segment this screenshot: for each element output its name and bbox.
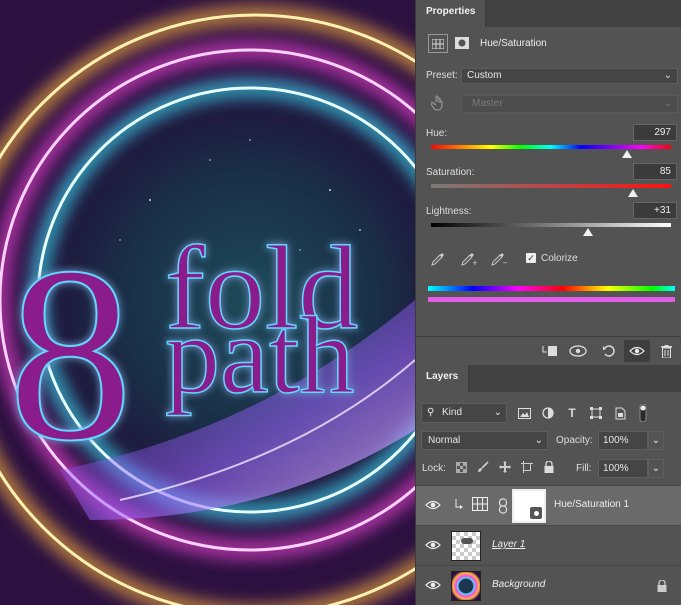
colorize-checkbox[interactable]: ✓ [526, 253, 536, 263]
lock-transparent-icon[interactable] [454, 460, 468, 474]
lock-artboard-icon[interactable] [520, 460, 534, 474]
tab-properties[interactable]: Properties [416, 0, 487, 27]
lock-image-brush-icon[interactable] [476, 460, 490, 474]
view-previous-state-icon[interactable] [568, 342, 590, 360]
artwork-image: 8 fold path [0, 0, 415, 605]
filter-smart-object-icon[interactable] [612, 405, 628, 421]
colorize-label: Colorize [541, 253, 578, 264]
blend-mode-value: Normal [428, 435, 461, 446]
chain-link-icon[interactable] [498, 498, 508, 514]
layer-row-hue-saturation[interactable]: Hue/Saturation 1 [416, 485, 681, 525]
logo-word-bottom: path [165, 294, 354, 416]
svg-text:+: + [472, 259, 477, 266]
layer-row-background[interactable]: Background [416, 565, 681, 605]
search-icon: ⚲ [427, 407, 435, 418]
layer-mask-thumbnail[interactable] [512, 489, 546, 523]
lightness-slider-track[interactable] [431, 223, 671, 227]
chevron-down-icon: ⌄ [534, 435, 543, 446]
channel-value: Master [472, 98, 503, 109]
input-color-bar [428, 286, 675, 291]
adjustment-layer-icon [472, 497, 488, 511]
opacity-value: 100% [603, 435, 629, 446]
properties-tabbar: Properties [416, 0, 681, 27]
eyedropper-icon[interactable] [430, 251, 446, 267]
layers-tabbar: Layers [416, 365, 681, 392]
saturation-input[interactable]: 85 [633, 163, 677, 180]
fill-label: Fill: [576, 463, 592, 474]
mask-badge-icon [530, 507, 542, 519]
output-color-bar [428, 297, 675, 302]
filter-shape-icon[interactable] [588, 405, 604, 421]
lock-all-icon[interactable] [542, 460, 556, 474]
adjustment-layer-icon[interactable] [428, 34, 448, 53]
lightness-slider-thumb[interactable] [583, 228, 594, 236]
filter-toggle-icon[interactable] [636, 402, 650, 424]
eye-icon[interactable] [425, 498, 441, 512]
lock-label: Lock: [422, 463, 446, 474]
lightness-input[interactable]: +31 [633, 202, 677, 219]
eye-icon[interactable] [425, 578, 441, 592]
filter-type-icon[interactable]: T [564, 405, 580, 421]
lock-icon [657, 580, 667, 592]
hue-input[interactable]: 297 [633, 124, 677, 141]
chevron-down-icon: ⌄ [663, 70, 672, 81]
hue-slider-track[interactable] [431, 145, 671, 149]
layer-name[interactable]: Layer 1 [492, 539, 525, 550]
document-canvas[interactable]: 8 fold path [0, 0, 415, 605]
clip-to-layer-icon[interactable] [538, 342, 560, 360]
chevron-down-icon: ⌄ [493, 407, 502, 418]
targeted-adjustment-hand-icon[interactable] [430, 95, 446, 111]
clipping-arrow-icon [455, 499, 463, 509]
saturation-slider-thumb[interactable] [628, 189, 639, 197]
lock-position-move-icon[interactable] [498, 460, 512, 474]
tab-layers[interactable]: Layers [416, 365, 470, 392]
reset-icon[interactable] [598, 342, 620, 360]
logo-numeral: 8 [8, 216, 133, 493]
svg-text:−: − [502, 259, 507, 266]
filter-pixel-icon[interactable] [516, 405, 532, 421]
layer-1-thumbnail[interactable] [451, 531, 481, 561]
layer-name[interactable]: Background [492, 579, 545, 590]
chevron-down-icon[interactable]: ⌄ [648, 459, 664, 478]
fill-input[interactable]: 100% ⌄ [598, 459, 664, 478]
eyedropper-add-icon[interactable]: + [460, 251, 478, 267]
layer-filter-select[interactable]: ⚲ Kind ⌄ [421, 403, 507, 423]
toggle-visibility-icon[interactable] [624, 340, 650, 362]
channel-select[interactable]: Master ⌄ [461, 95, 678, 113]
layer-row-layer-1[interactable]: Layer 1 [416, 525, 681, 565]
eyedropper-subtract-icon[interactable]: − [490, 251, 508, 267]
blend-mode-select[interactable]: Normal ⌄ [421, 431, 548, 450]
preset-select[interactable]: Custom ⌄ [461, 68, 678, 84]
trash-icon[interactable] [656, 342, 676, 360]
opacity-label: Opacity: [556, 435, 593, 446]
layer-mask-icon[interactable] [454, 35, 470, 50]
thumbnail-content [461, 538, 473, 544]
preset-value: Custom [467, 70, 502, 81]
preset-label: Preset: [426, 70, 458, 81]
chevron-down-icon: ⌄ [663, 98, 672, 109]
adjustment-title: Hue/Saturation [480, 38, 547, 49]
hue-label: Hue: [426, 128, 448, 139]
layer-name[interactable]: Hue/Saturation 1 [554, 499, 629, 510]
fill-value: 100% [603, 463, 629, 474]
right-panel: Properties Hue/Saturation Preset: Custom… [415, 0, 681, 605]
opacity-input[interactable]: 100% ⌄ [598, 431, 664, 450]
filter-adjustment-icon[interactable] [540, 405, 556, 421]
saturation-label: Saturation: [426, 167, 475, 178]
filter-kind-value: Kind [442, 407, 463, 418]
lightness-label: Lightness: [426, 206, 472, 217]
eye-icon[interactable] [425, 538, 441, 552]
hue-slider-thumb[interactable] [621, 150, 632, 158]
saturation-slider-track[interactable] [431, 184, 671, 188]
chevron-down-icon[interactable]: ⌄ [648, 431, 664, 450]
background-thumbnail[interactable] [451, 571, 481, 601]
